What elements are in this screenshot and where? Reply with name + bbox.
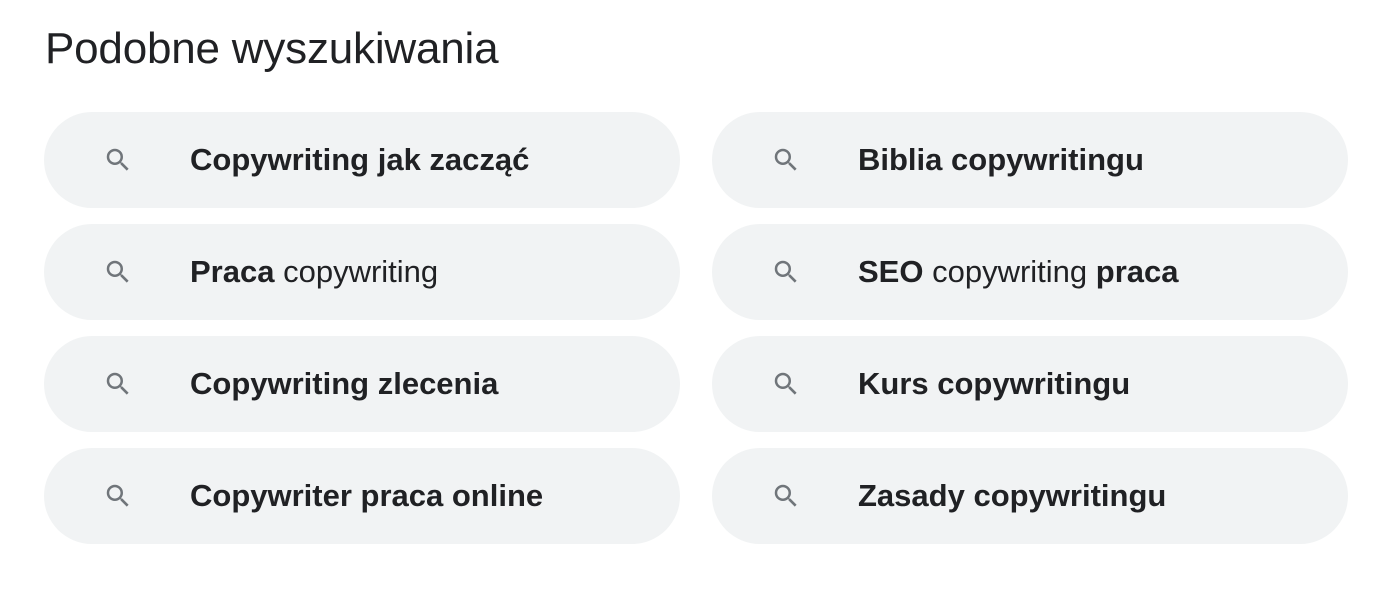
related-search-label: Copywriter praca online	[190, 476, 543, 516]
related-search-chip[interactable]: Kurs copywritingu	[712, 336, 1348, 432]
related-search-label: Zasady copywritingu	[858, 476, 1166, 516]
search-icon	[770, 368, 802, 400]
search-icon	[102, 144, 134, 176]
search-icon	[102, 368, 134, 400]
related-searches-grid: Copywriting jak zacząć Biblia copywritin…	[44, 112, 1348, 544]
label-bold-text: Praca	[190, 254, 275, 289]
related-search-chip[interactable]: Copywriting jak zacząć	[44, 112, 680, 208]
label-regular-text: copywriting	[923, 254, 1096, 289]
related-search-chip[interactable]: Zasady copywritingu	[712, 448, 1348, 544]
label-regular-text: copywriting	[274, 254, 439, 289]
related-search-chip[interactable]: SEO copywriting praca	[712, 224, 1348, 320]
search-icon	[102, 256, 134, 288]
search-icon	[770, 144, 802, 176]
related-search-label: SEO copywriting praca	[858, 252, 1179, 292]
search-icon	[770, 256, 802, 288]
related-search-label: Biblia copywritingu	[858, 140, 1144, 180]
related-search-chip[interactable]: Copywriter praca online	[44, 448, 680, 544]
related-search-label: Copywriting zlecenia	[190, 364, 498, 404]
label-bold-text: Zasady copywritingu	[858, 478, 1167, 513]
related-search-label: Kurs copywritingu	[858, 364, 1130, 404]
label-bold-text: Biblia copywritingu	[858, 142, 1144, 177]
related-search-chip[interactable]: Biblia copywritingu	[712, 112, 1348, 208]
label-bold-text: SEO	[858, 254, 924, 289]
label-bold-text: Copywriting zlecenia	[190, 366, 499, 401]
label-bold-text: Copywriting jak zacząć	[190, 142, 530, 177]
related-search-label: Praca copywriting	[190, 252, 438, 292]
label-bold-text: Kurs copywritingu	[858, 366, 1131, 401]
search-icon	[770, 480, 802, 512]
section-title: Podobne wyszukiwania	[45, 24, 499, 73]
label-bold-text: praca	[1095, 254, 1179, 289]
related-search-chip[interactable]: Praca copywriting	[44, 224, 680, 320]
related-search-chip[interactable]: Copywriting zlecenia	[44, 336, 680, 432]
label-bold-text: Copywriter praca online	[190, 478, 544, 513]
search-icon	[102, 480, 134, 512]
related-search-label: Copywriting jak zacząć	[190, 140, 529, 180]
